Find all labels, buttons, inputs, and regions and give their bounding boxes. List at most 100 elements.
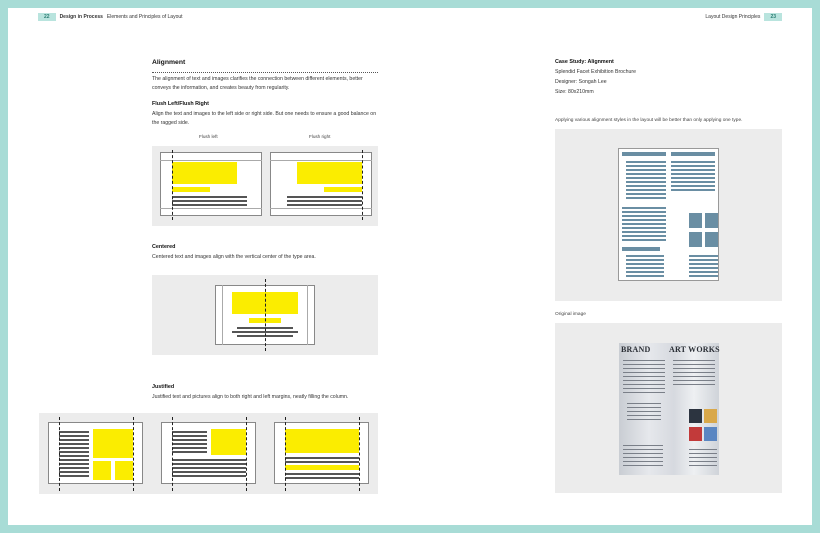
margin-guide — [307, 285, 308, 345]
photo-text-line — [623, 388, 665, 389]
text-line — [172, 459, 246, 461]
photo-text-line — [623, 449, 663, 450]
original-image-caption: Original image — [555, 312, 586, 317]
photo-text-line — [673, 364, 715, 365]
photo-text-line — [623, 364, 665, 365]
layout-text-line — [689, 255, 718, 257]
alignment-guide — [246, 417, 247, 491]
image-block — [93, 429, 133, 458]
text-line — [172, 451, 207, 453]
right-folio: Layout Design Principles 23 — [705, 13, 782, 21]
text-line — [59, 459, 89, 461]
flush-body: Align the text and images to the left si… — [152, 111, 377, 126]
alignment-guide — [285, 417, 286, 491]
layout-heading-block — [622, 247, 660, 251]
photo-text-line — [689, 465, 717, 466]
text-line — [59, 467, 89, 469]
layout-text-line — [626, 271, 664, 273]
layout-heading-block — [622, 152, 666, 156]
layout-text-line — [626, 181, 666, 183]
layout-text-line — [671, 177, 715, 179]
layout-text-line — [622, 211, 666, 213]
text-line — [172, 463, 246, 465]
artwork-thumbnail — [689, 409, 702, 423]
left-section-title: Design in Process — [59, 14, 103, 20]
layout-text-line — [622, 235, 666, 237]
layout-text-line — [671, 189, 715, 191]
layout-text-line — [626, 275, 664, 277]
layout-image-block — [689, 232, 702, 247]
layout-text-line — [626, 189, 666, 191]
layout-text-line — [622, 227, 666, 229]
text-line — [172, 447, 207, 449]
image-block — [285, 429, 359, 453]
alignment-guide — [362, 150, 363, 220]
layout-text-line — [671, 181, 715, 183]
layout-text-line — [626, 263, 664, 265]
layout-text-line — [626, 255, 664, 257]
text-line — [59, 431, 89, 433]
photo-text-line — [623, 376, 665, 377]
text-line — [172, 475, 246, 477]
photo-text-line — [623, 368, 665, 369]
book-spread: 22 Design in Process Elements and Princi… — [8, 8, 812, 525]
flush-diagram-panel — [152, 146, 378, 226]
text-line — [172, 431, 207, 433]
flush-left-caption: Flush left — [199, 134, 218, 139]
photo-text-line — [623, 392, 665, 393]
caption-block — [285, 465, 359, 470]
text-line — [287, 196, 362, 198]
caption-block — [172, 187, 210, 192]
photo-text-line — [627, 407, 661, 408]
layout-image-block — [689, 213, 702, 228]
layout-text-line — [626, 193, 666, 195]
photo-text-line — [689, 453, 717, 454]
layout-text-line — [689, 275, 718, 277]
layout-text-line — [626, 177, 666, 179]
text-line — [287, 204, 362, 206]
photo-text-line — [673, 368, 715, 369]
text-line — [59, 475, 89, 477]
photo-text-line — [673, 360, 715, 361]
brochure-title-right: ART WORKS — [669, 345, 720, 354]
justified-diagram-panel — [39, 413, 378, 494]
layout-text-line — [622, 219, 666, 221]
text-line — [285, 473, 359, 475]
margin-guide — [160, 208, 262, 209]
text-line — [59, 471, 89, 473]
flush-right-caption: Flush right — [309, 134, 331, 139]
artwork-thumbnail — [689, 427, 702, 441]
layout-text-line — [671, 185, 715, 187]
alignment-guide — [59, 417, 60, 491]
text-line — [59, 443, 89, 445]
layout-image-block — [705, 232, 718, 247]
layout-text-line — [626, 173, 666, 175]
image-block — [115, 461, 133, 480]
justified-body: Justified text and pictures align to bot… — [152, 394, 349, 400]
layout-text-line — [671, 161, 715, 163]
layout-text-line — [626, 259, 664, 261]
text-line — [59, 455, 89, 457]
photo-text-line — [623, 360, 665, 361]
photo-text-line — [627, 419, 661, 420]
margin-guide — [270, 160, 372, 161]
text-line — [285, 461, 359, 463]
case-study-title: Case Study: Alignment — [555, 59, 614, 65]
layout-text-line — [689, 267, 718, 269]
image-block — [211, 429, 246, 455]
brochure-title-left: BRAND — [621, 345, 651, 354]
photo-text-line — [673, 384, 715, 385]
photo-text-line — [623, 445, 663, 446]
centered-body: Centered text and images align with the … — [152, 254, 316, 260]
text-line — [59, 435, 89, 437]
text-line — [287, 200, 362, 202]
section-title: Alignment — [152, 59, 186, 66]
artwork-thumbnail — [704, 427, 717, 441]
image-block — [172, 162, 237, 184]
photo-text-line — [689, 461, 717, 462]
text-line — [59, 439, 89, 441]
artwork-thumbnail — [704, 409, 717, 423]
title-divider — [152, 72, 378, 73]
text-line — [172, 196, 247, 198]
margin-guide — [270, 208, 372, 209]
